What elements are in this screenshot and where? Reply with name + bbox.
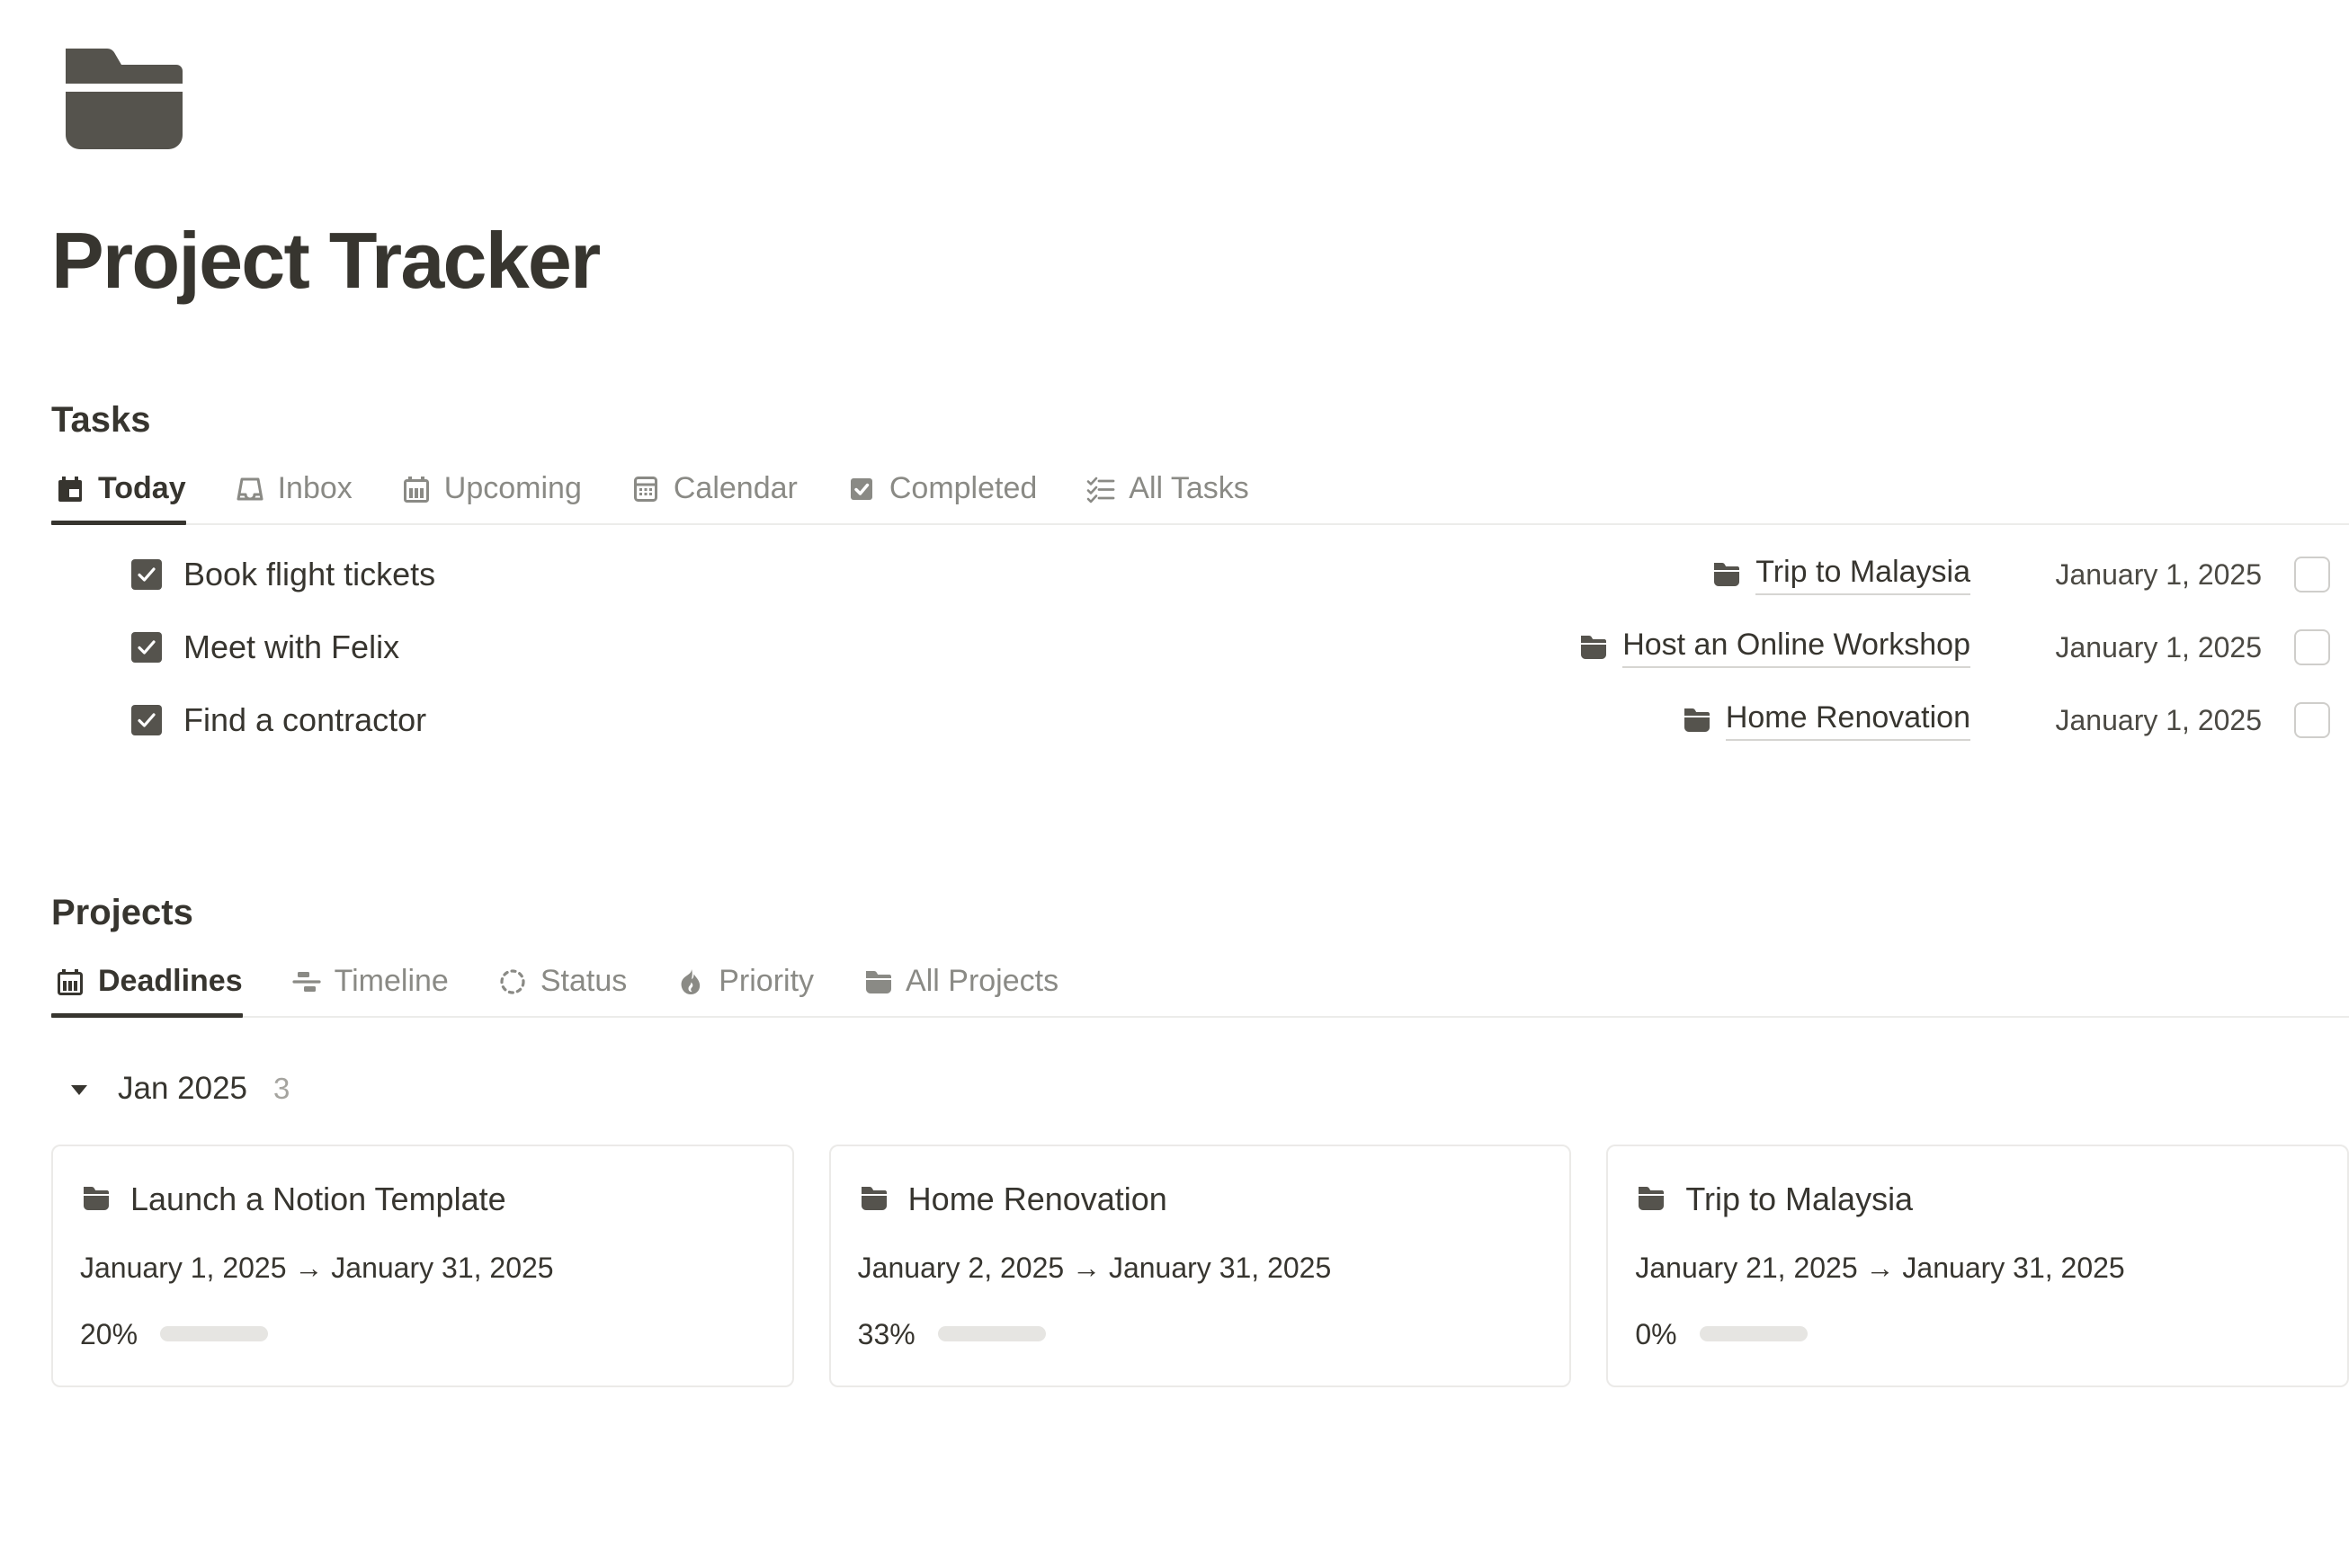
task-row-checkbox[interactable] [2294,628,2330,665]
task-list: Book flight tickets Trip to Malaysia Jan… [51,538,2349,756]
tab-upcoming-label: Upcoming [443,471,582,506]
page-content: Project Tracker Tasks Today Inbox Upcomi… [51,0,2349,1387]
calendar-bars-icon [55,967,85,997]
caret-down-icon[interactable] [64,1074,94,1104]
project-group-name: Jan 2025 [118,1070,248,1106]
task-project-link[interactable]: Trip to Malaysia [1711,553,1970,595]
task-project-link[interactable]: Home Renovation [1682,699,1970,741]
gantt-icon [291,967,322,997]
project-card-title: Launch a Notion Template [130,1180,506,1217]
inbox-tray-icon [235,474,265,504]
checklist-icon [1085,474,1116,504]
progress-bar [937,1326,1046,1342]
tab-deadlines[interactable]: Deadlines [51,958,264,1018]
calendar-dots-icon [630,474,661,504]
task-checkbox[interactable] [131,631,162,663]
folder-icon [862,967,893,997]
tab-status[interactable]: Status [494,958,648,1016]
task-title[interactable]: Find a contractor [183,699,426,740]
task-project-link[interactable]: Host an Online Workshop [1578,626,1970,668]
folder-icon [858,1183,889,1214]
tab-all-tasks-label: All Tasks [1129,471,1249,506]
project-card-dates: January 21, 2025 → January 31, 2025 [1635,1251,2125,1284]
project-card[interactable]: Launch a Notion Template January 1, 2025… [51,1144,794,1387]
project-card-title: Home Renovation [907,1180,1167,1217]
tab-inbox[interactable]: Inbox [231,465,374,523]
tab-calendar[interactable]: Calendar [627,465,819,523]
table-row[interactable]: Meet with Felix Host an Online Workshop … [51,610,2349,683]
table-row[interactable]: Book flight tickets Trip to Malaysia Jan… [51,538,2349,610]
project-progress-label: 33% [857,1317,915,1350]
project-group-count: 3 [273,1072,290,1106]
task-project-name: Host an Online Workshop [1622,626,1970,668]
tab-today-label: Today [98,471,186,506]
project-card[interactable]: Trip to Malaysia January 21, 2025 → Janu… [1606,1144,2349,1387]
progress-bar [160,1326,269,1342]
task-date: January 1, 2025 [2055,703,2263,736]
project-card-header: Home Renovation [858,1179,1543,1219]
tab-today[interactable]: Today [51,465,208,525]
tab-timeline-label: Timeline [334,964,449,999]
folder-icon [1682,706,1710,735]
project-card-header: Trip to Malaysia [1635,1179,2320,1219]
folder-icon [80,1183,111,1214]
task-title[interactable]: Book flight tickets [183,554,435,594]
project-tracker-page: Project Tracker Tasks Today Inbox Upcomi… [0,0,2349,1568]
tab-all-projects-label: All Projects [906,964,1059,999]
tab-calendar-label: Calendar [673,471,798,506]
tab-completed[interactable]: Completed [843,465,1058,523]
task-project-name: Trip to Malaysia [1755,553,1970,595]
project-card-progress: 33% [858,1316,1543,1352]
tab-upcoming[interactable]: Upcoming [397,465,603,523]
project-card-progress: 0% [1635,1316,2320,1352]
project-card-dates: January 2, 2025 → January 31, 2025 [857,1251,1332,1284]
page-folder-icon [51,41,191,158]
projects-section-heading: Projects [51,893,193,933]
project-progress-label: 20% [80,1317,138,1350]
tab-deadlines-label: Deadlines [98,964,243,999]
tab-inbox-label: Inbox [277,471,353,506]
task-project-name: Home Renovation [1725,699,1970,741]
task-date: January 1, 2025 [2055,557,2263,591]
project-group-header[interactable]: Jan 2025 3 [51,1064,2349,1114]
task-title[interactable]: Meet with Felix [183,627,399,667]
tab-status-label: Status [540,964,628,999]
folder-icon [1711,560,1740,589]
task-row-checkbox[interactable] [2294,701,2330,738]
project-card-dates: January 1, 2025 → January 31, 2025 [80,1251,554,1284]
table-row[interactable]: Find a contractor Home Renovation Januar… [51,683,2349,756]
tasks-tabbar: Today Inbox Upcoming Calendar Completed … [51,465,2349,526]
tab-priority-label: Priority [719,964,815,999]
project-card-title: Trip to Malaysia [1685,1180,1914,1217]
project-card-header: Launch a Notion Template [80,1179,765,1219]
project-card[interactable]: Home Renovation January 2, 2025 → Januar… [828,1144,1572,1387]
project-card-progress: 20% [80,1316,765,1352]
dashed-circle-icon [497,967,528,997]
folder-icon [1578,633,1607,662]
tab-timeline[interactable]: Timeline [288,958,470,1016]
tab-priority[interactable]: Priority [672,958,835,1016]
tasks-section-heading: Tasks [51,400,151,441]
projects-tabbar: Deadlines Timeline Status Priority All P… [51,958,2349,1018]
tab-completed-label: Completed [889,471,1038,506]
projects-section: Projects Deadlines Timeline Status Prior… [51,891,2349,1387]
progress-bar [1699,1326,1808,1342]
folder-icon [1635,1183,1666,1214]
flame-icon [675,967,706,997]
checkbox-checked-icon [846,474,877,504]
task-row-checkbox[interactable] [2294,556,2330,592]
tab-all-tasks[interactable]: All Tasks [1082,465,1271,523]
task-checkbox[interactable] [131,558,162,590]
calendar-bars-icon [401,474,432,504]
tab-all-projects[interactable]: All Projects [859,958,1080,1016]
calendar-day-icon [55,474,85,504]
project-progress-label: 0% [1635,1317,1677,1350]
page-title: Project Tracker [51,216,601,305]
project-card-list: Launch a Notion Template January 1, 2025… [51,1144,2349,1387]
task-date: January 1, 2025 [2055,630,2263,664]
task-checkbox[interactable] [131,704,162,735]
